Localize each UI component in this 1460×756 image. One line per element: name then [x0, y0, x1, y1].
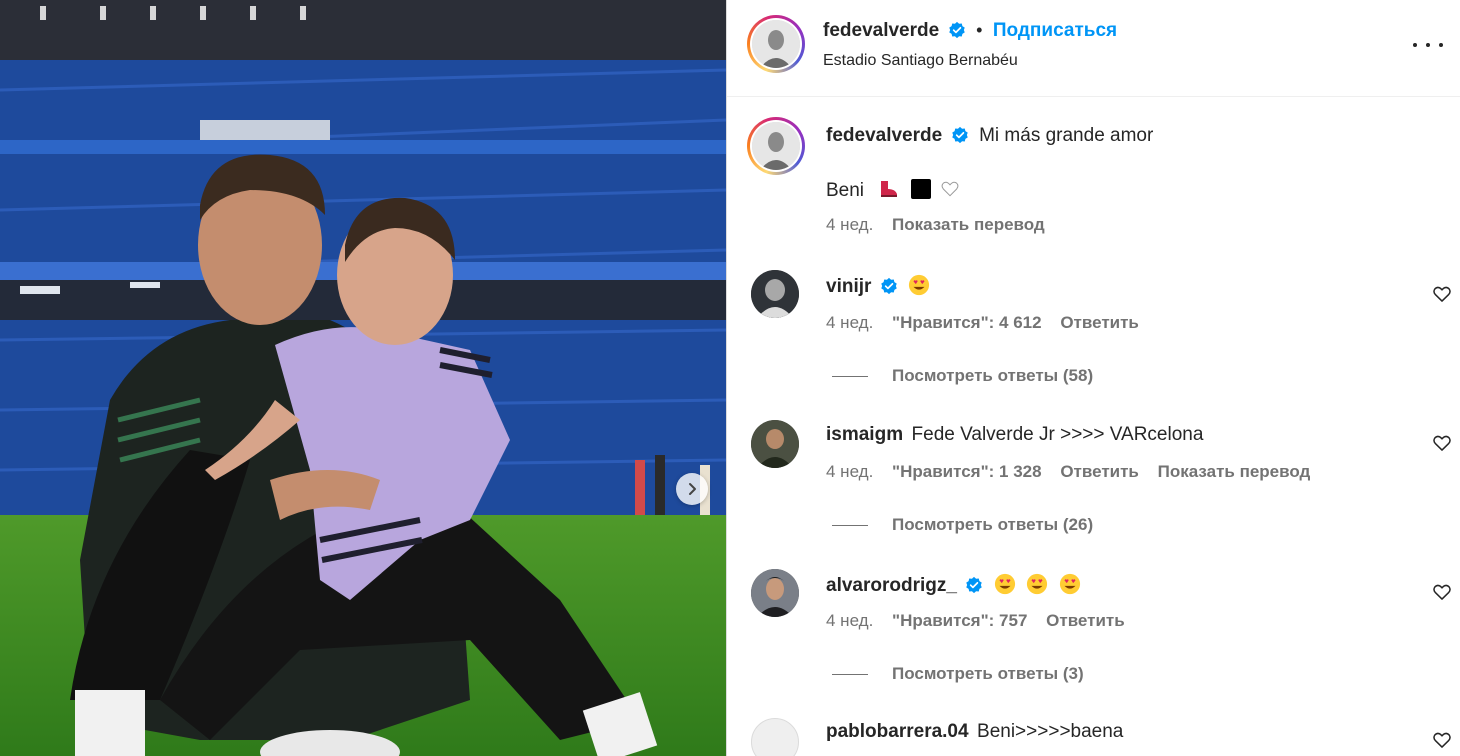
post-header: fedevalverde • Подписаться Estadio Santi… — [727, 0, 1460, 97]
caption-second-line: Beni — [826, 179, 960, 202]
commenter-avatar-image — [751, 569, 799, 617]
author-avatar-image — [752, 20, 800, 68]
replies-divider — [832, 375, 868, 377]
view-replies-label: Посмотреть ответы (3) — [892, 664, 1084, 683]
more-options-button[interactable] — [1413, 36, 1443, 54]
black-square-emoji-icon — [910, 179, 931, 199]
verified-badge-icon — [881, 277, 897, 295]
verified-badge-icon — [948, 21, 965, 39]
heart-outline-icon[interactable] — [1432, 582, 1452, 602]
comment-avatar[interactable] — [751, 569, 799, 617]
comment-username[interactable]: pablobarrera.04 — [826, 721, 969, 742]
next-arrow-icon — [689, 483, 696, 495]
comment-line: pablobarrera.04 Beni>>>>>baena — [826, 721, 1123, 743]
more-dot — [1426, 43, 1430, 47]
view-replies-button[interactable]: Посмотреть ответы (26) — [832, 515, 1093, 535]
caption-translate-link[interactable]: Показать перевод — [892, 215, 1045, 234]
caption-avatar-image — [752, 122, 800, 170]
header-username[interactable]: fedevalverde — [823, 20, 939, 41]
comment-text: Beni>>>>>baena — [977, 721, 1124, 742]
replies-divider — [832, 524, 868, 526]
commenter-avatar-image — [751, 420, 799, 468]
header-separator: • — [976, 20, 983, 40]
reply-button[interactable]: Ответить — [1060, 313, 1139, 332]
comment-line: vinijr — [826, 274, 930, 298]
comment-line: alvarorodrigz_ — [826, 573, 1081, 597]
caption-username[interactable]: fedevalverde — [826, 125, 942, 146]
comment-text: Fede Valverde Jr >>>> VARcelona — [911, 424, 1204, 445]
comment-avatar[interactable] — [751, 420, 799, 468]
view-replies-button[interactable]: Посмотреть ответы (58) — [832, 366, 1093, 386]
comment-meta: 4 нед. "Нравится": 757 Ответить — [826, 611, 1139, 631]
comment-username[interactable]: alvarorodrigz_ — [826, 575, 957, 596]
view-replies-button[interactable]: Посмотреть ответы (3) — [832, 664, 1084, 684]
comment-time[interactable]: 4 нед. — [826, 313, 873, 332]
boot-emoji-icon — [881, 181, 898, 197]
more-dot — [1439, 43, 1443, 47]
verified-badge-icon — [951, 126, 968, 144]
post-photo[interactable] — [0, 0, 726, 756]
heart-eyes-emoji-icon — [909, 274, 930, 296]
header-author-line: fedevalverde • Подписаться — [823, 20, 1117, 42]
follow-button[interactable]: Подписаться — [993, 20, 1117, 41]
heart-eyes-emoji-icon — [1059, 573, 1080, 595]
post-location[interactable]: Estadio Santiago Bernabéu — [823, 52, 1018, 70]
reply-button[interactable]: Ответить — [1060, 462, 1139, 481]
comment-time[interactable]: 4 нед. — [826, 462, 873, 481]
more-options-icon — [1413, 43, 1417, 47]
heart-outline-icon[interactable] — [1432, 284, 1452, 304]
caption-time[interactable]: 4 нед. — [826, 215, 873, 234]
stadium-photo-illustration — [0, 0, 726, 756]
comment-meta: 4 нед. "Нравится": 4 612 Ответить — [826, 313, 1153, 333]
heart-eyes-emoji-icon — [1027, 573, 1048, 595]
comment-username[interactable]: vinijr — [826, 276, 871, 297]
comment-likes[interactable]: "Нравится": 757 — [892, 611, 1027, 630]
replies-divider — [832, 673, 868, 675]
comment-avatar[interactable] — [751, 270, 799, 318]
comment-meta: 4 нед. "Нравится": 1 328 Ответить Показа… — [826, 462, 1324, 482]
caption-text: Mi más grande amor — [979, 125, 1154, 146]
translate-link[interactable]: Показать перевод — [1158, 462, 1311, 481]
view-replies-label: Посмотреть ответы (26) — [892, 515, 1094, 534]
caption-author-avatar[interactable] — [747, 117, 805, 175]
verified-badge-icon — [966, 576, 983, 594]
comment-likes[interactable]: "Нравится": 4 612 — [892, 313, 1042, 332]
comment-username[interactable]: ismaigm — [826, 424, 903, 445]
caption-meta: 4 нед. Показать перевод — [826, 215, 1059, 235]
caption-second-text: Beni — [826, 180, 865, 201]
heart-outline-icon[interactable] — [1432, 730, 1452, 750]
author-avatar[interactable] — [747, 15, 805, 73]
next-photo-button[interactable] — [676, 473, 708, 505]
instagram-post-window: fedevalverde • Подписаться Estadio Santi… — [0, 0, 1460, 756]
reply-button[interactable]: Ответить — [1046, 611, 1125, 630]
commenter-avatar-image — [751, 270, 799, 318]
comment-line: ismaigm Fede Valverde Jr >>>> VARcelona — [826, 424, 1203, 446]
heart-eyes-emoji-icon — [994, 573, 1015, 595]
comment-time[interactable]: 4 нед. — [826, 611, 873, 630]
comment-avatar[interactable] — [751, 718, 799, 756]
post-side-panel: fedevalverde • Подписаться Estadio Santi… — [726, 0, 1460, 756]
comment-likes[interactable]: "Нравится": 1 328 — [892, 462, 1042, 481]
heart-outline-icon[interactable] — [1432, 433, 1452, 453]
white-heart-emoji-icon — [941, 181, 959, 197]
caption-line: fedevalverde Mi más grande amor — [826, 125, 1153, 147]
view-replies-label: Посмотреть ответы (58) — [892, 366, 1094, 385]
